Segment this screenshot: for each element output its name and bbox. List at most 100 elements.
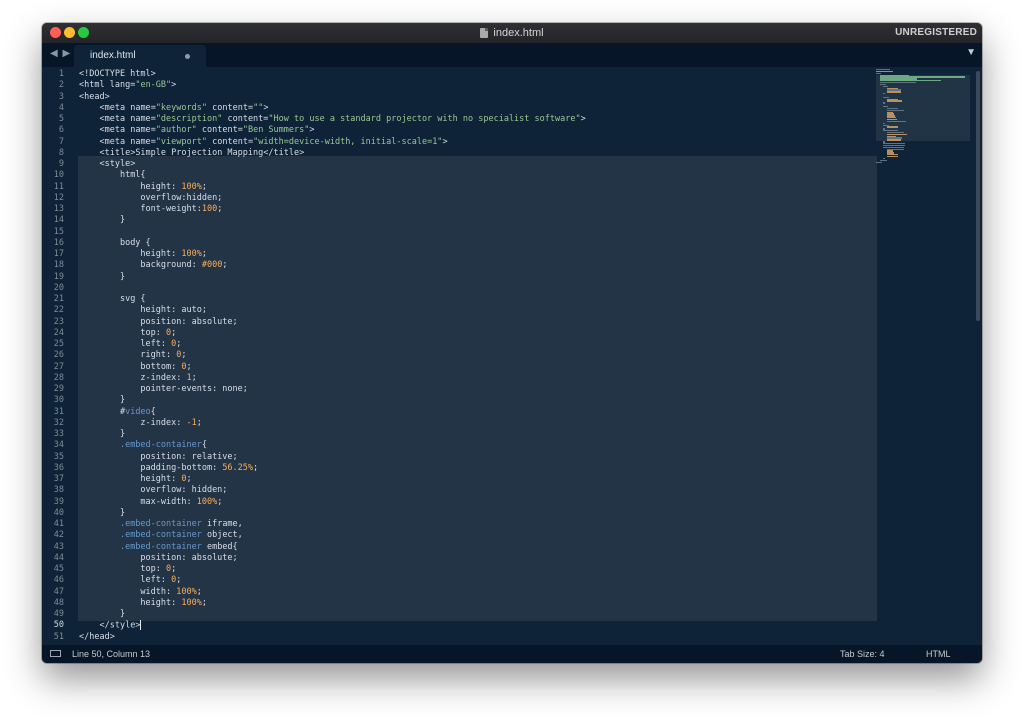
line-number: 40 [53,507,64,518]
code-token: "Ben Summers" [242,125,310,136]
code-token: left: [140,339,172,349]
minimap[interactable] [876,67,976,187]
line-number: 26 [53,350,64,361]
minimap-line [886,139,902,141]
code-token: name [130,136,151,147]
code-line: <meta name="author" content="Ben Summers… [79,125,314,136]
line-number: 37 [53,474,64,484]
close-icon[interactable] [50,27,61,38]
code-token: "keywords" [155,102,207,113]
code-line: top: 0; [79,564,176,575]
code-line: <meta name="keywords" content=""> [79,103,268,114]
code-token: height: auto; [140,305,207,316]
code-token: name [130,102,151,113]
line-number: 34 [53,440,64,451]
line-number: 24 [53,327,64,338]
code-line: background: #000; [79,260,227,271]
code-token: ; [176,575,182,586]
code-line: </style> [79,620,142,631]
code-token: ; [191,372,197,383]
code-token: ; [171,327,177,338]
code-token: name [130,125,151,136]
minimap-line [883,93,886,95]
vertical-scrollbar[interactable] [976,71,980,321]
code-token: } [119,271,126,282]
code-token: 100 [201,204,218,214]
line-number: 7 [58,136,64,147]
code-token: lang [109,80,131,91]
code-token: ; [186,474,192,484]
document-icon [480,28,489,38]
code-line: z-index: -1; [79,418,201,429]
code-token: "How to use a standard projector with no… [268,114,581,124]
code-token: <meta [99,102,131,113]
tab-index-html[interactable]: index.html [74,45,206,67]
code-token: pointer-events: none; [140,384,248,394]
line-number: 5 [58,114,64,124]
code-token: <title> [99,147,136,158]
code-token: "width=device-width, initial-scale=1" [253,136,443,147]
panel-toggle-icon[interactable] [50,650,61,657]
code-line: max-width: 100%; [79,497,222,508]
code-line: html{ [79,170,146,181]
code-line: width: 100%; [79,587,201,598]
line-number: 11 [53,181,64,192]
code-line: } [79,215,125,226]
code-line: } [79,429,125,440]
tab-label: index.html [90,50,136,61]
code-line: height: 100%; [79,249,207,260]
code-token: top: [140,564,167,574]
code-token: #000 [201,260,223,271]
line-number: 49 [53,609,64,619]
code-area[interactable]: <!DOCTYPE html> <html lang="en-GB"> <head>… [79,67,875,645]
code-line: height: auto; [79,305,207,316]
line-number: 44 [53,552,64,563]
code-line: .embed-container embed{ [79,542,238,553]
code-token: } [119,395,126,406]
minimize-icon[interactable] [64,27,75,38]
code-token: height: [140,181,182,192]
code-token: left: [140,575,172,586]
minimap-line [886,91,902,93]
code-line: height: 100%; [79,598,207,609]
code-token: .embed-container [119,541,202,552]
code-line: padding-bottom: 56.25%; [79,463,258,474]
code-token: bottom: [140,361,182,372]
line-number: 31 [53,406,64,417]
code-token: <meta [99,136,131,147]
line-number: 32 [53,417,64,428]
navigation-arrows-icon[interactable]: ◀ ▶ [50,48,71,59]
code-token: content [212,136,248,147]
line-number: 30 [53,395,64,406]
code-token: } [119,609,126,619]
code-token: { [150,406,156,417]
line-number: 36 [53,462,64,473]
code-line: pointer-events: none; [79,384,248,395]
maximize-icon[interactable] [78,27,89,38]
code-editor[interactable]: 1 2 3 4 5 6 7 8 9 10 11 12 13 14 15 16 17 18 19 20 21 22 23 24 2… [42,67,982,645]
code-line: position: absolute; [79,317,237,328]
line-number: 15 [53,226,64,237]
line-number: 27 [53,361,64,372]
tab-bar: ◀ ▶ index.html ▼ [42,43,982,67]
tab-size-setting[interactable]: Tab Size: 4 [840,649,885,659]
code-token: font-weight: [140,204,202,214]
code-line: overflow:hidden; [79,193,222,204]
unsaved-dot-icon[interactable] [185,54,190,59]
status-bar: Line 50, Column 13 Tab Size: 4 HTML [42,645,982,663]
code-token: embed{ [201,541,238,552]
chevron-down-icon[interactable]: ▼ [966,47,976,58]
code-token: 56.25% [222,462,254,473]
syntax-setting[interactable]: HTML [926,649,951,659]
code-token: <meta [99,114,131,124]
code-token: .embed-container [119,440,202,451]
code-line: body { [79,238,151,249]
